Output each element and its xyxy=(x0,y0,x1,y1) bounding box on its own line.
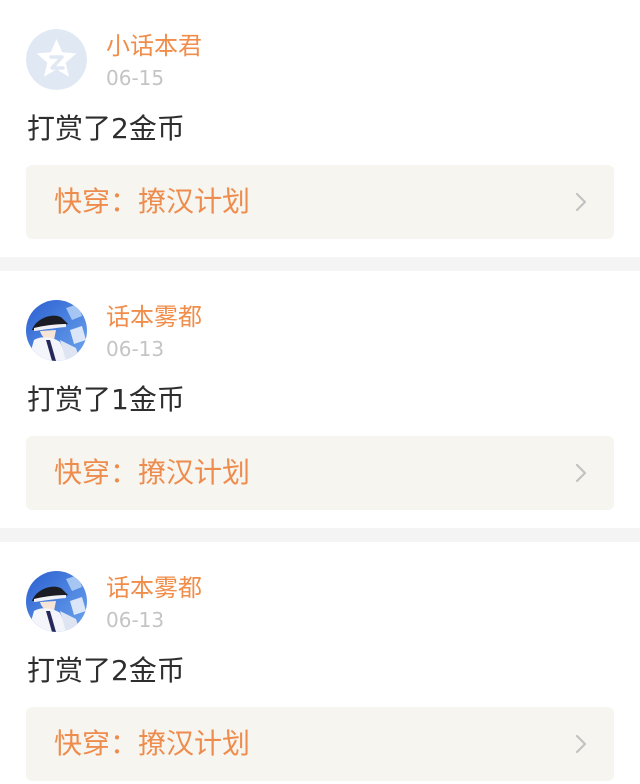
reward-item: 话本雾都 06-13 打赏了1金币 快穿：撩汉计划 xyxy=(0,271,640,528)
qq-default-avatar-icon xyxy=(26,29,87,90)
divider xyxy=(0,528,640,542)
reward-text: 打赏了1金币 xyxy=(27,383,185,416)
username[interactable]: 话本雾都 xyxy=(106,302,202,332)
anime-character-avatar xyxy=(26,300,87,361)
book-title: 快穿：撩汉计划 xyxy=(54,727,251,760)
reward-item: 话本雾都 06-13 打赏了2金币 快穿：撩汉计划 xyxy=(0,542,640,784)
book-link[interactable]: 快穿：撩汉计划 xyxy=(26,165,614,239)
timestamp: 06-13 xyxy=(106,337,165,361)
username[interactable]: 话本雾都 xyxy=(106,573,202,603)
avatar[interactable] xyxy=(26,29,87,90)
book-link[interactable]: 快穿：撩汉计划 xyxy=(26,436,614,510)
chevron-right-icon xyxy=(574,462,588,484)
timestamp: 06-13 xyxy=(106,608,165,632)
reward-item: 小话本君 06-15 打赏了2金币 快穿：撩汉计划 xyxy=(0,0,640,257)
anime-character-avatar xyxy=(26,571,87,632)
book-title: 快穿：撩汉计划 xyxy=(54,456,251,489)
book-title: 快穿：撩汉计划 xyxy=(54,185,251,218)
chevron-right-icon xyxy=(574,191,588,213)
username[interactable]: 小话本君 xyxy=(106,31,202,61)
book-link[interactable]: 快穿：撩汉计划 xyxy=(26,707,614,781)
timestamp: 06-15 xyxy=(106,66,165,90)
divider xyxy=(0,257,640,271)
avatar[interactable] xyxy=(26,571,87,632)
reward-text: 打赏了2金币 xyxy=(27,112,185,145)
reward-text: 打赏了2金币 xyxy=(27,654,185,687)
chevron-right-icon xyxy=(574,733,588,755)
reward-feed: 小话本君 06-15 打赏了2金币 快穿：撩汉计划 话本雾都 06-13 打赏了… xyxy=(0,0,640,784)
avatar[interactable] xyxy=(26,300,87,361)
